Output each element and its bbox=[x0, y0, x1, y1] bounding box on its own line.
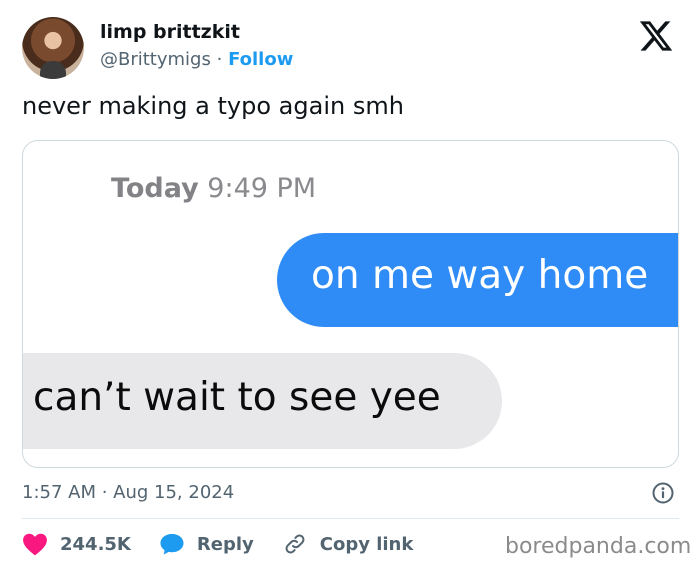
like-count: 244.5K bbox=[60, 533, 131, 555]
avatar-figure bbox=[40, 61, 66, 79]
tweet-media-card[interactable]: Today 9:49 PM on me way home can’t wait … bbox=[22, 140, 679, 468]
tweet-text: never making a typo again smh bbox=[22, 92, 404, 120]
x-logo-icon[interactable] bbox=[638, 18, 674, 54]
divider bbox=[22, 518, 679, 519]
sent-message-bubble: on me way home bbox=[277, 233, 678, 327]
follow-button[interactable]: Follow bbox=[228, 49, 293, 70]
author-handle-row: @Brittymigs · Follow bbox=[100, 49, 293, 70]
info-icon[interactable] bbox=[652, 482, 674, 504]
action-bar: 244.5K Reply Copy link bbox=[22, 531, 441, 557]
like-button[interactable]: 244.5K bbox=[22, 532, 131, 556]
message-day: Today bbox=[111, 173, 199, 204]
handle-separator: · bbox=[216, 49, 223, 70]
copy-link-label: Copy link bbox=[319, 533, 414, 555]
reply-label: Reply bbox=[196, 533, 254, 555]
author-avatar[interactable] bbox=[22, 17, 84, 79]
copy-link-button[interactable]: Copy link bbox=[282, 532, 414, 556]
author-handle[interactable]: @Brittymigs bbox=[100, 49, 211, 70]
heart-icon bbox=[23, 533, 47, 556]
received-message-bubble: can’t wait to see yee bbox=[23, 353, 502, 449]
link-icon bbox=[285, 534, 305, 554]
speech-bubble-icon bbox=[160, 534, 184, 555]
watermark: boredpanda.com bbox=[505, 534, 692, 559]
reply-button[interactable]: Reply bbox=[159, 532, 254, 556]
author-display-name[interactable]: limp brittzkit bbox=[100, 21, 240, 43]
tweet-timestamp[interactable]: 1:57 AM · Aug 15, 2024 bbox=[22, 482, 234, 503]
message-timestamp: Today 9:49 PM bbox=[111, 173, 316, 204]
message-time: 9:49 PM bbox=[207, 173, 317, 204]
